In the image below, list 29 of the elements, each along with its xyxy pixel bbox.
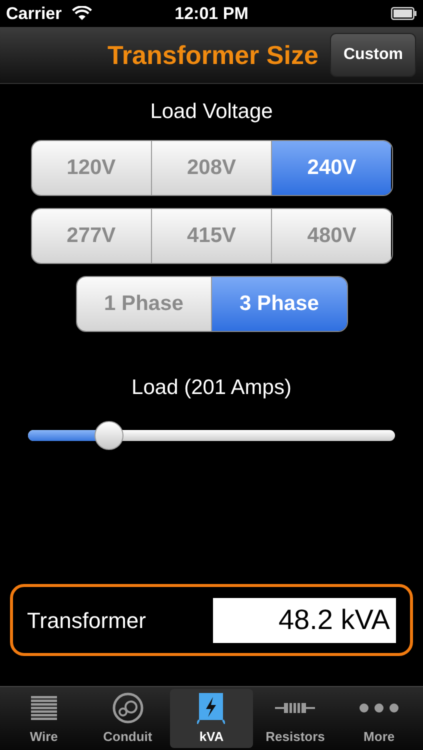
tab-item[interactable]: Resistors	[253, 689, 338, 748]
segment-button[interactable]: 1 Phase	[76, 276, 211, 330]
section-label: Load Voltage	[150, 99, 273, 125]
result-label: Transformer	[27, 606, 146, 634]
screen-title: Transformer Size	[107, 38, 318, 72]
status-time: 12:01 PM	[174, 2, 248, 25]
segment-button[interactable]: 208V	[150, 140, 272, 194]
wifi-icon	[72, 6, 92, 21]
load-label: Load (201 Amps)	[132, 374, 292, 400]
slider-thumb[interactable]	[94, 421, 124, 450]
tab-item[interactable]: Wire	[2, 689, 86, 748]
pipe-end-icon	[112, 692, 144, 724]
lightning-icon	[197, 692, 226, 724]
tab-item[interactable]: More	[337, 689, 421, 748]
tab-item[interactable]: Conduit	[86, 689, 170, 748]
load-slider[interactable]	[28, 421, 395, 451]
more-icon	[359, 702, 400, 713]
custom-button[interactable]: Custom	[330, 33, 416, 77]
tab-item[interactable]: kVA	[170, 689, 254, 748]
carrier-label: Carrier	[6, 2, 62, 25]
segment-button[interactable]: 415V	[150, 208, 272, 262]
segment-button[interactable]: 240V	[271, 140, 392, 194]
segment-button[interactable]: 3 Phase	[211, 276, 346, 330]
resistor-icon	[275, 702, 316, 714]
battery-icon	[391, 7, 417, 20]
segment-button[interactable]: 120V	[32, 140, 151, 194]
segment-button[interactable]: 480V	[271, 208, 392, 262]
segment-button[interactable]: 277V	[32, 208, 151, 262]
result-value: 48.2 kVA	[213, 598, 396, 642]
